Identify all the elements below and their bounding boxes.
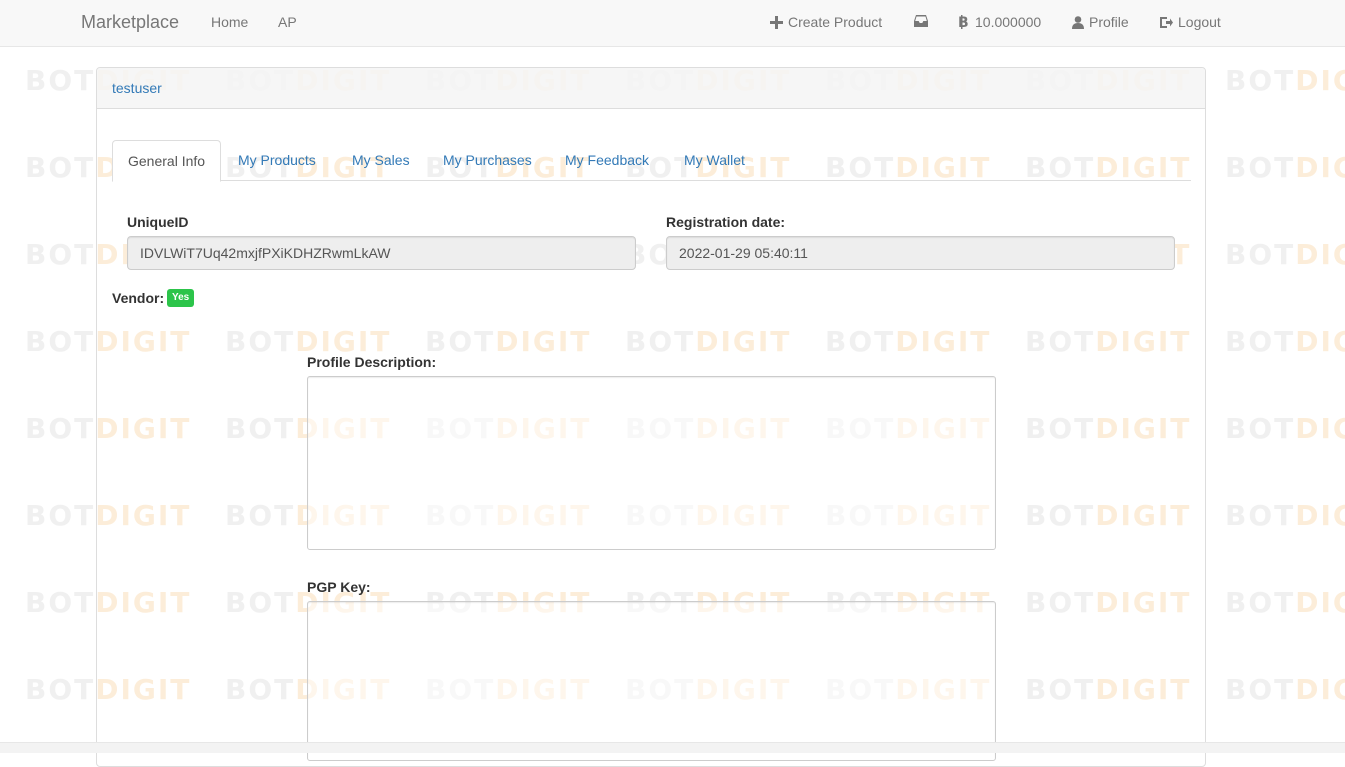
watermark-tile-right: DIGIT	[1295, 238, 1345, 271]
nav-create-product-link[interactable]: Create Product	[770, 14, 882, 30]
watermark-tile-left: BOT	[25, 151, 96, 184]
logout-icon	[1160, 16, 1173, 28]
tab-my-sales[interactable]: My Sales	[337, 140, 425, 181]
nav-ap-link[interactable]: AP	[278, 14, 297, 30]
svg-text:B: B	[958, 15, 969, 29]
pgp-key-textarea[interactable]	[307, 601, 996, 761]
watermark-tile-right: DIGIT	[1295, 586, 1345, 619]
watermark-tile-left: BOT	[25, 64, 96, 97]
watermark-tile: BOTDIGIT	[1225, 586, 1345, 619]
registration-date-field[interactable]: 2022-01-29 05:40:11	[666, 236, 1175, 270]
nav-balance-link[interactable]: B 10.000000	[958, 14, 1041, 30]
watermark-tile: BOTDIGIT	[1225, 151, 1345, 184]
navbar-brand[interactable]: Marketplace	[81, 12, 179, 33]
nav-balance-label: 10.000000	[975, 14, 1042, 30]
username-link[interactable]: testuser	[112, 80, 162, 96]
bottom-scroll-bar	[0, 742, 1345, 753]
watermark-tile-left: BOT	[1225, 412, 1296, 445]
profile-description-label: Profile Description:	[307, 354, 437, 370]
registration-date-label: Registration date:	[666, 214, 786, 230]
watermark-tile-left: BOT	[25, 586, 96, 619]
watermark-tile-left: BOT	[1225, 238, 1296, 271]
watermark-tile: BOTDIGIT	[1225, 412, 1345, 445]
vendor-label: Vendor:	[112, 290, 165, 306]
watermark-tile-left: BOT	[1225, 586, 1296, 619]
user-icon	[1072, 15, 1084, 29]
nav-inbox-link[interactable]	[914, 14, 928, 27]
watermark-tile-left: BOT	[1225, 325, 1296, 358]
vendor-status-badge: Yes	[167, 289, 195, 307]
nav-logout-link[interactable]: Logout	[1159, 14, 1221, 30]
profile-tabs: General Info My Products My Sales My Pur…	[112, 140, 1191, 182]
watermark-tile: BOTDIGIT	[1225, 499, 1345, 532]
watermark-tile: BOTDIGIT	[1225, 64, 1345, 97]
watermark-tile-left: BOT	[25, 325, 96, 358]
tab-my-feedback[interactable]: My Feedback	[550, 140, 664, 181]
watermark-tile-right: DIGIT	[1295, 325, 1345, 358]
plus-icon	[770, 15, 783, 29]
unique-id-field[interactable]: IDVLWiT7Uq42mxjfPXiKDHZRwmLkAW	[127, 236, 636, 270]
profile-description-textarea[interactable]	[307, 376, 996, 550]
inbox-icon	[914, 15, 928, 27]
pgp-key-label: PGP Key:	[307, 579, 371, 595]
watermark-tile-left: BOT	[25, 673, 96, 706]
nav-create-product-label: Create Product	[788, 14, 883, 30]
nav-profile-label: Profile	[1089, 14, 1129, 30]
watermark-tile-left: BOT	[1225, 673, 1296, 706]
watermark-tile: BOTDIGIT	[1225, 673, 1345, 706]
profile-panel: testuser General Info My Products My Sal…	[96, 67, 1206, 767]
watermark-tile-right: DIGIT	[1295, 412, 1345, 445]
tab-my-purchases[interactable]: My Purchases	[428, 140, 547, 181]
watermark-tile-left: BOT	[25, 412, 96, 445]
watermark-tile: BOTDIGIT	[1225, 238, 1345, 271]
watermark-tile-left: BOT	[1225, 499, 1296, 532]
unique-id-label: UniqueID	[127, 214, 189, 230]
nav-home-label: Home	[211, 14, 249, 30]
nav-profile-link[interactable]: Profile	[1072, 14, 1129, 30]
tab-my-products[interactable]: My Products	[223, 140, 331, 181]
watermark-tile-right: DIGIT	[1295, 64, 1345, 97]
watermark-tile-right: DIGIT	[1295, 499, 1345, 532]
tab-general-info[interactable]: General Info	[112, 140, 222, 182]
watermark-tile-left: BOT	[25, 499, 96, 532]
watermark-tile-left: BOT	[1225, 151, 1296, 184]
nav-home-link[interactable]: Home	[211, 14, 248, 30]
tab-my-wallet[interactable]: My Wallet	[669, 140, 760, 181]
watermark-tile-right: DIGIT	[1295, 151, 1345, 184]
watermark-tile-right: DIGIT	[1295, 673, 1345, 706]
nav-logout-label: Logout	[1178, 14, 1221, 30]
bitcoin-icon: B	[958, 15, 969, 29]
nav-ap-label: AP	[278, 14, 297, 30]
watermark-tile-left: BOT	[25, 238, 96, 271]
navbar: Marketplace Home AP Create Product B 10.…	[0, 0, 1345, 47]
panel-heading: testuser	[97, 68, 1205, 109]
watermark-tile: BOTDIGIT	[1225, 325, 1345, 358]
watermark-tile-left: BOT	[1225, 64, 1296, 97]
